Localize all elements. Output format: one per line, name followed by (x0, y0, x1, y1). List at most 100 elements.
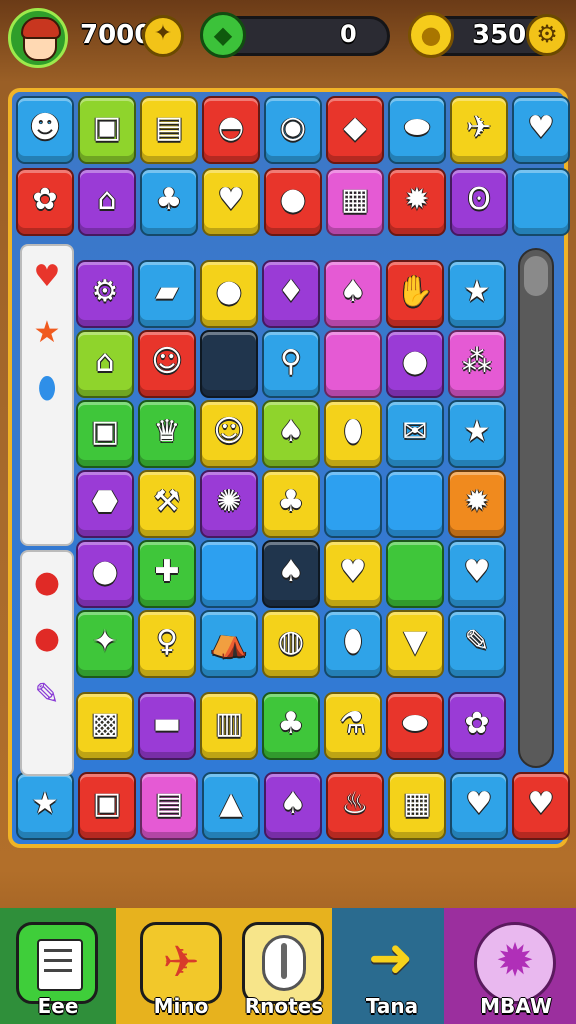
nav-button-3[interactable]: Rnotes (236, 908, 332, 1024)
tile[interactable]: ▦ (326, 168, 384, 236)
tile[interactable]: ✚ (138, 540, 196, 608)
tile[interactable]: ♨ (326, 772, 384, 840)
tile[interactable]: ♥ (324, 540, 382, 608)
tile[interactable]: ⬬ (388, 96, 446, 164)
tile[interactable]: ♠ (324, 260, 382, 328)
tile[interactable]: ⚗ (324, 692, 382, 760)
side-item-icon[interactable]: ● (22, 622, 72, 656)
tile[interactable]: ▤ (140, 96, 198, 164)
tile[interactable]: ☺ (138, 330, 196, 398)
tile[interactable]: ✈ (450, 96, 508, 164)
tile[interactable]: ⁂ (448, 330, 506, 398)
pepper-icon: ♠ (277, 414, 305, 449)
tile[interactable]: ♠ (262, 400, 320, 468)
tile[interactable]: ⬮ (324, 610, 382, 678)
tile[interactable]: ⛺ (200, 610, 258, 678)
tile[interactable]: ♠ (262, 540, 320, 608)
plus-icon: ✚ (154, 554, 180, 589)
tile[interactable]: ▤ (140, 772, 198, 840)
tile[interactable]: ⬮ (324, 400, 382, 468)
side-item-icon[interactable]: ⬮ (22, 372, 72, 406)
board-scrollbar[interactable] (518, 248, 554, 768)
tile[interactable]: ◍ (262, 610, 320, 678)
side-item-icon[interactable]: ✎ (22, 678, 72, 712)
tile[interactable]: ✿ (16, 168, 74, 236)
tile[interactable]: ★ (448, 260, 506, 328)
tile[interactable]: ♦ (262, 260, 320, 328)
apple-icon: ♥ (465, 786, 493, 821)
tile[interactable]: ◉ (264, 96, 322, 164)
nav-button-1[interactable]: Eee (10, 908, 106, 1024)
tile[interactable]: ▼ (386, 610, 444, 678)
tile[interactable]: ▰ (138, 260, 196, 328)
tile[interactable]: ✿ (448, 692, 506, 760)
tile[interactable] (512, 168, 570, 236)
tile[interactable]: ⬣ (76, 470, 134, 538)
star-icon: ★ (463, 274, 491, 309)
tile[interactable] (200, 540, 258, 608)
tile[interactable]: ▲ (202, 772, 260, 840)
nav-button-2[interactable]: ✈ Mino (132, 908, 230, 1024)
tile[interactable]: ☻ (16, 96, 74, 164)
tile[interactable]: ★ (16, 772, 74, 840)
tile[interactable]: ● (386, 330, 444, 398)
tile[interactable]: ● (76, 540, 134, 608)
tile[interactable] (324, 470, 382, 538)
tile[interactable]: ▦ (388, 772, 446, 840)
side-item-icon[interactable]: ♥ (22, 260, 72, 294)
tile[interactable]: ✋ (386, 260, 444, 328)
tile[interactable]: ◓ (202, 96, 260, 164)
tile[interactable]: ▥ (200, 692, 258, 760)
tile[interactable] (386, 540, 444, 608)
tile[interactable]: ▣ (76, 400, 134, 468)
tile[interactable]: ★ (448, 400, 506, 468)
tile[interactable]: ♥ (202, 168, 260, 236)
tile[interactable]: ⌂ (78, 168, 136, 236)
bolt-icon[interactable]: ✦ (142, 15, 184, 57)
tile[interactable]: ✉ (386, 400, 444, 468)
settings-icon[interactable]: ⚙ (526, 14, 568, 56)
tile[interactable]: ◆ (326, 96, 384, 164)
tile[interactable] (324, 330, 382, 398)
tile[interactable]: ♥ (512, 96, 570, 164)
scrollbar-thumb[interactable] (524, 256, 548, 296)
tile[interactable]: ✹ (448, 470, 506, 538)
tile[interactable]: ⬬ (386, 692, 444, 760)
side-item-icon[interactable]: ★ (22, 316, 72, 350)
tile[interactable]: ✺ (200, 470, 258, 538)
tile[interactable]: ♣ (262, 470, 320, 538)
tile[interactable]: ♠ (264, 772, 322, 840)
tile[interactable] (386, 470, 444, 538)
tile[interactable]: ♥ (450, 772, 508, 840)
bear-face-icon: ʘ (467, 182, 491, 217)
side-item-icon[interactable]: ● (22, 566, 72, 600)
tile[interactable]: ♣ (262, 692, 320, 760)
tile[interactable]: ✎ (448, 610, 506, 678)
tile[interactable]: ⌂ (76, 330, 134, 398)
nav-button-5[interactable]: ✹ MBAW (464, 908, 568, 1024)
tile[interactable]: ♥ (448, 540, 506, 608)
tile[interactable]: ♀ (138, 610, 196, 678)
player-avatar[interactable] (8, 8, 68, 68)
tile[interactable] (200, 330, 258, 398)
tile[interactable]: ʘ (450, 168, 508, 236)
tile[interactable]: ✦ (76, 610, 134, 678)
tile[interactable]: ☺ (200, 400, 258, 468)
tile[interactable]: ♥ (512, 772, 570, 840)
robot-icon: ⚗ (339, 706, 367, 741)
tile[interactable]: ▣ (78, 96, 136, 164)
tile[interactable]: ▣ (78, 772, 136, 840)
tile[interactable]: ⚒ (138, 470, 196, 538)
side-panel-top: ♥ ★ ⬮ (20, 244, 74, 546)
tile[interactable]: ⚙ (76, 260, 134, 328)
tile[interactable]: ▬ (138, 692, 196, 760)
tile[interactable]: ▩ (76, 692, 134, 760)
nav-button-4[interactable]: ➜ Tana (344, 908, 440, 1024)
tile[interactable]: ⚲ (262, 330, 320, 398)
coin-icon: ● (408, 12, 454, 58)
tile[interactable]: ✹ (388, 168, 446, 236)
tile[interactable]: ● (264, 168, 322, 236)
tile[interactable]: ♣ (140, 168, 198, 236)
tile[interactable]: ● (200, 260, 258, 328)
tile[interactable]: ♛ (138, 400, 196, 468)
